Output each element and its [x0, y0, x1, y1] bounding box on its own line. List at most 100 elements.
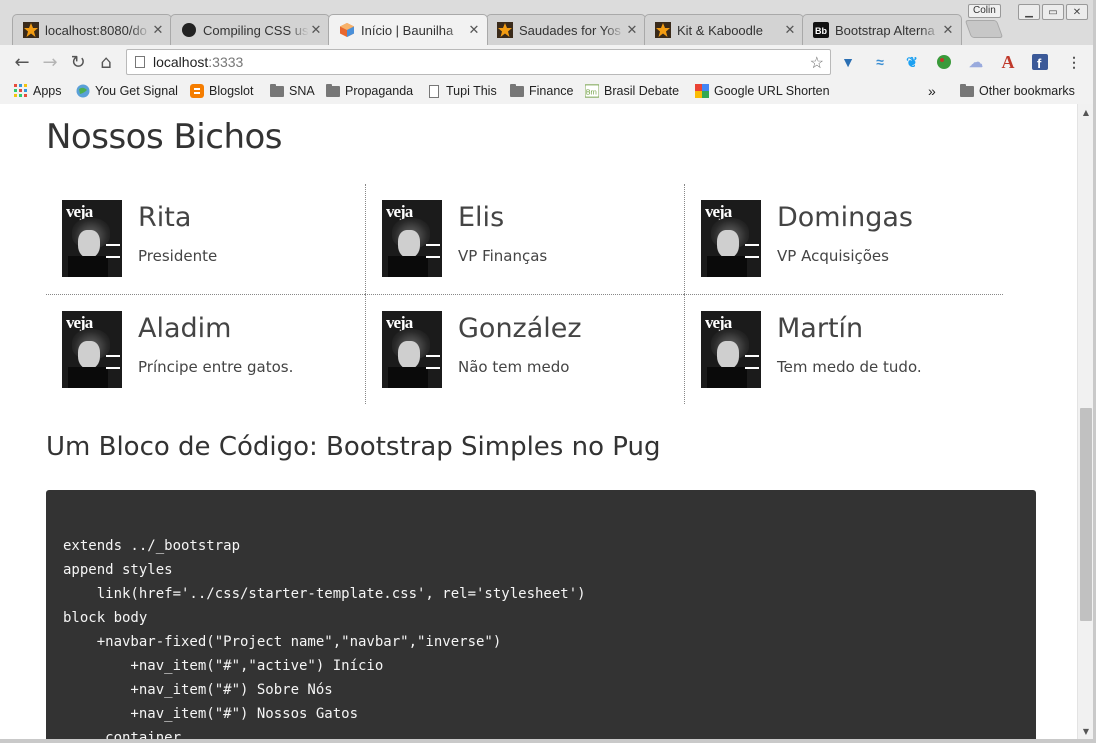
url-port: :3333 — [208, 54, 244, 70]
home-button[interactable]: ⌂ — [94, 50, 118, 74]
code-line: +navbar-fixed("Project name","navbar","i… — [63, 634, 502, 650]
tab-strip: localhost:8080/do ✕ Compiling CSS us ✕ I… — [0, 0, 1096, 45]
code-line: +nav_item("#") Sobre Nós — [63, 682, 333, 698]
bookmark-finance[interactable]: Finance — [510, 82, 573, 100]
green-globe-icon[interactable] — [934, 52, 954, 72]
bookmark-label: Apps — [33, 84, 62, 98]
close-icon[interactable]: ✕ — [309, 22, 323, 38]
bookmark-brasil-debate[interactable]: Brn Brasil Debate — [585, 82, 679, 100]
globe-icon — [76, 84, 90, 98]
tab-title: Compiling CSS us — [203, 22, 309, 38]
page-icon — [427, 84, 441, 98]
member-photo: veja — [62, 200, 122, 277]
close-icon[interactable]: ✕ — [467, 22, 481, 38]
svg-text:Brn: Brn — [586, 90, 597, 97]
scrollbar-thumb[interactable] — [1080, 408, 1092, 621]
user-profile-badge[interactable]: Colin — [968, 4, 1001, 18]
vpn-shield-icon[interactable]: ▼ — [838, 52, 858, 72]
code-line: block body — [63, 610, 148, 626]
bookmark-label: Propaganda — [345, 84, 414, 98]
svg-text:f: f — [1037, 56, 1042, 70]
member-photo: veja — [382, 200, 442, 277]
blogger-icon — [190, 84, 204, 98]
cloud-icon[interactable]: ☁ — [966, 52, 986, 72]
tab-compiling-css[interactable]: Compiling CSS us ✕ — [170, 14, 330, 45]
new-tab-button[interactable] — [964, 20, 1004, 38]
star-burst-icon — [655, 22, 671, 38]
menu-kebab-icon[interactable]: ⋮ — [1064, 52, 1084, 72]
code-line: extends ../_bootstrap — [63, 538, 241, 554]
code-line: append styles — [63, 562, 173, 578]
close-icon[interactable]: ✕ — [941, 22, 955, 38]
tab-saudades[interactable]: Saudades for Yos ✕ — [486, 14, 646, 45]
bookmark-label: Blogslot — [209, 84, 254, 98]
tab-localhost-8080[interactable]: localhost:8080/do ✕ — [12, 14, 172, 45]
bookmark-label: Other bookmarks — [979, 84, 1075, 98]
folder-icon — [270, 83, 284, 98]
scroll-down-arrow-icon[interactable]: ▼ — [1078, 723, 1094, 739]
vertical-scrollbar[interactable]: ▲ ▼ — [1077, 104, 1093, 739]
bookmark-sna[interactable]: SNA — [270, 82, 315, 100]
reload-button[interactable]: ↻ — [66, 50, 90, 74]
minimize-button[interactable]: ▁ — [1018, 4, 1040, 20]
bookmark-apps[interactable]: Apps — [14, 82, 62, 100]
members-grid: veja Rita Presidente veja Elis VP Finanç… — [46, 184, 1004, 405]
code-line: +nav_item("#") Nossos Gatos — [63, 706, 359, 722]
bookmark-label: You Get Signal — [95, 84, 178, 98]
member-role: Presidente — [138, 247, 218, 265]
bootstrap-icon: Bb — [813, 22, 829, 38]
bookmark-label: SNA — [289, 84, 315, 98]
member-photo: veja — [382, 311, 442, 388]
bookmark-propaganda[interactable]: Propaganda — [326, 82, 413, 100]
page-viewport: Nossos Bichos veja Rita Presidente veja … — [0, 104, 1077, 739]
tab-title: localhost:8080/do — [45, 22, 147, 38]
member-photo: veja — [701, 200, 761, 277]
back-button[interactable]: ← — [10, 50, 34, 74]
twitter-icon[interactable]: ❦ — [902, 52, 922, 72]
maximize-button[interactable]: ▭ — [1042, 4, 1064, 20]
tab-title: Início | Baunilha — [361, 22, 454, 38]
bookmarks-bar: Apps You Get Signal Blogslot SNA Propaga… — [0, 78, 1096, 104]
code-block: extends ../_bootstrap append styles link… — [46, 490, 1036, 739]
tab-kit-kaboodle[interactable]: Kit & Kaboodle ✕ — [644, 14, 804, 45]
close-icon[interactable]: ✕ — [625, 22, 639, 38]
url-host: localhost — [153, 54, 209, 70]
brasil-debate-icon: Brn — [585, 84, 599, 98]
tab-inicio-baunilha[interactable]: Início | Baunilha ✕ — [328, 14, 488, 45]
star-burst-icon — [23, 22, 39, 38]
bookmark-blogslot[interactable]: Blogslot — [190, 82, 253, 100]
window-frame-bottom — [0, 739, 1096, 743]
bookmark-other-bookmarks[interactable]: Other bookmarks — [960, 82, 1075, 100]
folder-icon — [326, 83, 340, 98]
close-icon[interactable]: ✕ — [783, 22, 797, 38]
bookmarks-overflow-chevron-icon[interactable]: » — [928, 82, 936, 100]
cube-icon — [339, 22, 355, 38]
section-title-code-block: Um Bloco de Código: Bootstrap Simples no… — [46, 432, 661, 462]
tab-title: Saudades for Yos — [519, 22, 621, 38]
bird-extension-icon[interactable]: ≈ — [870, 52, 890, 72]
google-icon — [695, 84, 709, 98]
scroll-up-arrow-icon[interactable]: ▲ — [1078, 104, 1094, 120]
page-info-icon[interactable] — [135, 56, 145, 68]
font-a-icon[interactable]: A — [998, 52, 1018, 72]
folder-icon — [510, 83, 524, 98]
member-photo: veja — [701, 311, 761, 388]
forward-button[interactable]: → — [38, 50, 62, 74]
facebook-icon[interactable]: f — [1030, 52, 1050, 72]
code-line: +nav_item("#","active") Início — [63, 658, 384, 674]
tab-bootstrap-alterna[interactable]: Bb Bootstrap Alterna ✕ — [802, 14, 962, 45]
member-photo: veja — [62, 311, 122, 388]
browser-toolbar: ← → ↻ ⌂ localhost:3333 ☆ ▼ ≈ ❦ ☁ A f ⋮ — [0, 45, 1096, 78]
bookmark-google-url-shortener[interactable]: Google URL Shortene — [695, 82, 830, 100]
bookmark-label: Google URL Shortene — [714, 84, 830, 98]
window-close-button[interactable]: ✕ — [1066, 4, 1088, 20]
member-role: Príncipe entre gatos. — [138, 358, 294, 376]
close-icon[interactable]: ✕ — [151, 22, 165, 38]
bookmark-tupi-this[interactable]: Tupi This — [427, 82, 497, 100]
bookmark-you-get-signal[interactable]: You Get Signal — [76, 82, 178, 100]
bookmark-star-icon[interactable]: ☆ — [810, 53, 824, 73]
address-bar[interactable]: localhost:3333 ☆ — [126, 49, 831, 75]
tab-title: Bootstrap Alterna — [835, 22, 935, 38]
code-line: link(href='../css/starter-template.css',… — [63, 586, 586, 602]
github-icon — [181, 22, 197, 38]
